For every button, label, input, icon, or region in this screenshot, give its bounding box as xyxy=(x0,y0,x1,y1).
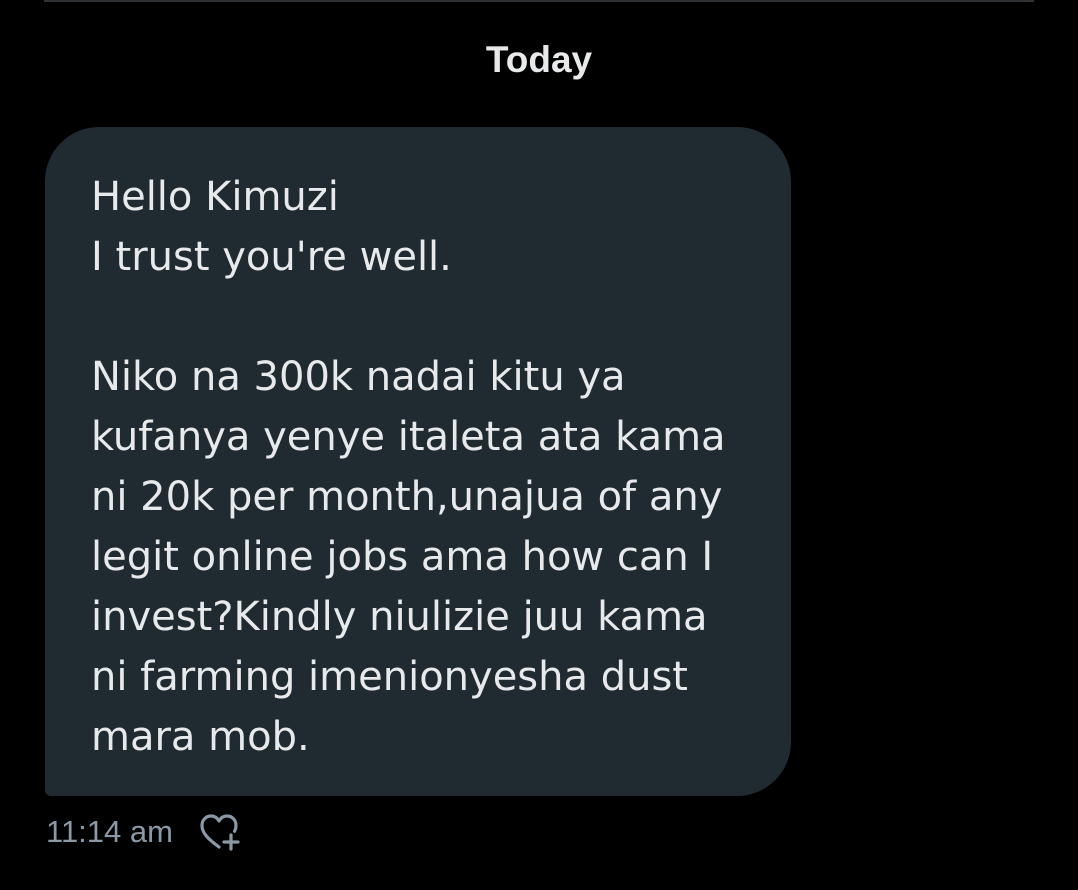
message-line: invest?Kindly niulizie juu kama xyxy=(91,594,708,640)
message-line: mara mob. xyxy=(91,714,310,760)
message-meta: 11:14 am xyxy=(46,810,245,854)
message-line: Niko na 300k nadai kitu ya xyxy=(91,354,626,400)
message-line: I trust you're well. xyxy=(91,234,452,280)
heart-plus-icon xyxy=(200,814,240,851)
react-button[interactable] xyxy=(197,810,245,854)
message-line: ni 20k per month,unajua of any xyxy=(91,474,723,520)
message-bubble[interactable]: Hello Kimuzi I trust you're well. Niko n… xyxy=(45,127,791,796)
message-line: kufanya yenye italeta ata kama xyxy=(91,414,726,460)
message-timestamp: 11:14 am xyxy=(46,814,173,849)
top-divider xyxy=(44,0,1034,2)
date-separator: Today xyxy=(485,39,593,80)
message-line: legit online jobs ama how can I xyxy=(91,534,714,580)
message-line: ni farming imenionyesha dust xyxy=(91,654,688,700)
message-line xyxy=(91,287,761,347)
message-line: Hello Kimuzi xyxy=(91,174,339,220)
